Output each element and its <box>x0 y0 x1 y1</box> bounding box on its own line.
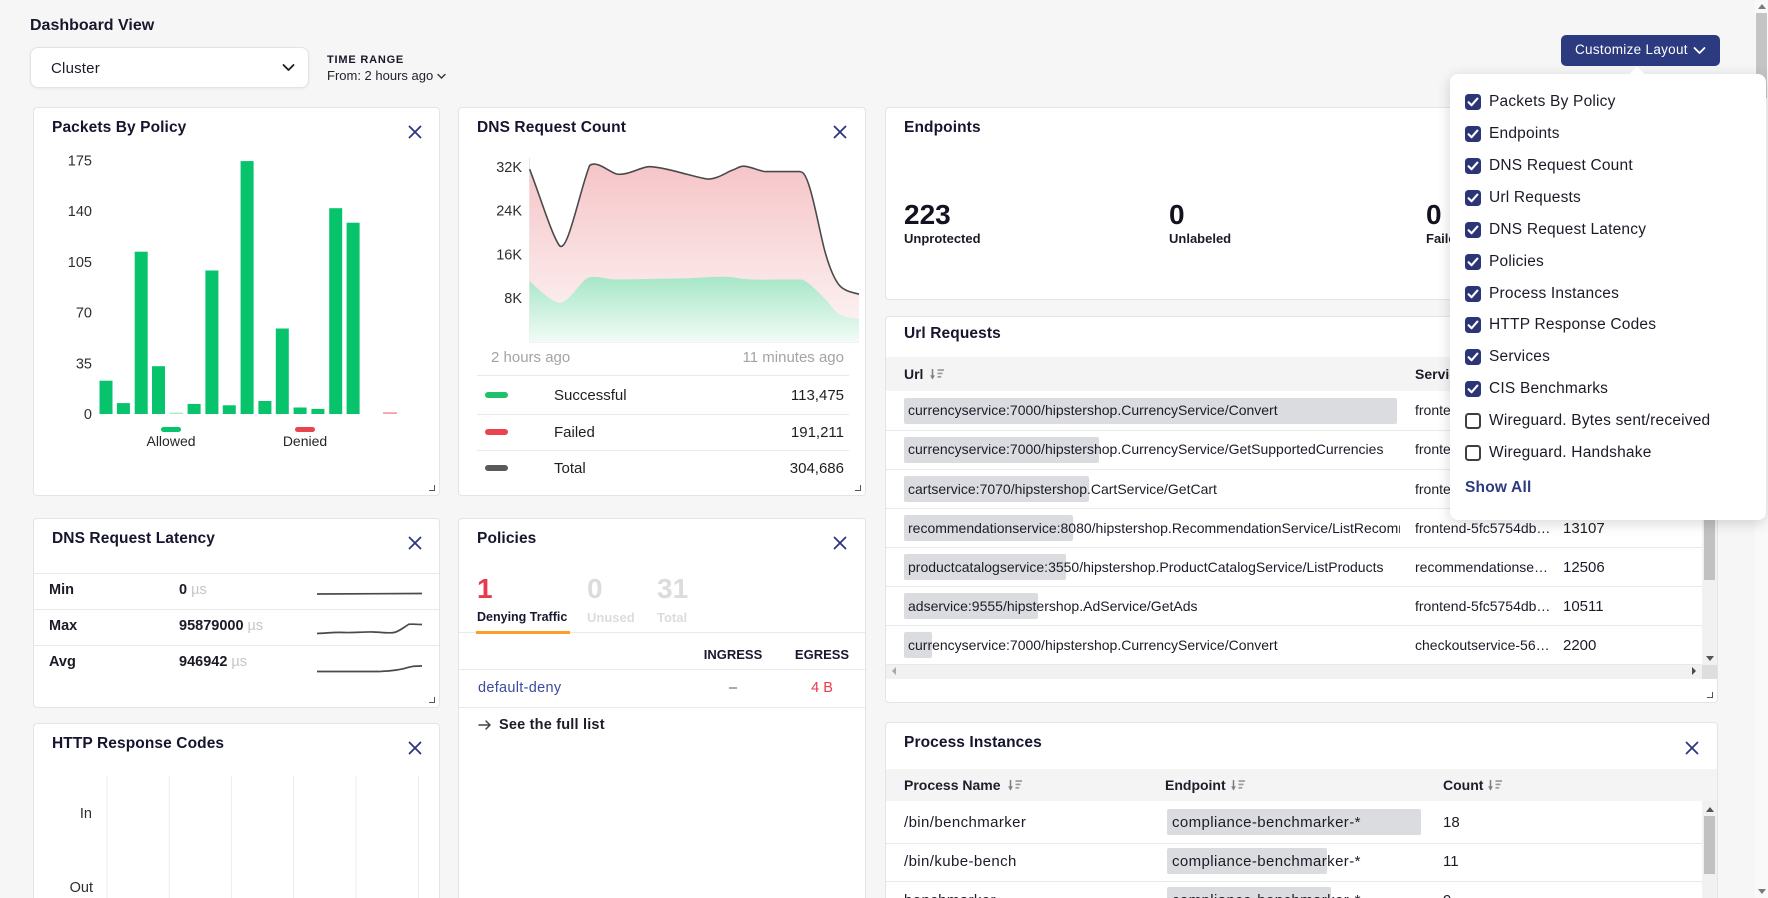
svg-text:175: 175 <box>68 154 92 170</box>
svg-text:24K: 24K <box>496 204 522 220</box>
svg-text:32K: 32K <box>496 160 522 176</box>
svg-text:11 minutes ago: 11 minutes ago <box>743 349 844 366</box>
svg-text:0: 0 <box>84 407 92 423</box>
svg-text:2 hours ago: 2 hours ago <box>491 349 570 366</box>
svg-text:Denied: Denied <box>283 433 327 449</box>
svg-text:In: In <box>80 806 92 822</box>
svg-text:8K: 8K <box>504 291 522 307</box>
svg-text:Out: Out <box>70 880 93 896</box>
svg-text:70: 70 <box>76 306 92 322</box>
svg-text:105: 105 <box>68 255 92 271</box>
svg-text:35: 35 <box>76 357 92 373</box>
svg-text:140: 140 <box>68 204 92 220</box>
svg-text:16K: 16K <box>496 248 522 264</box>
svg-text:Allowed: Allowed <box>146 433 195 449</box>
